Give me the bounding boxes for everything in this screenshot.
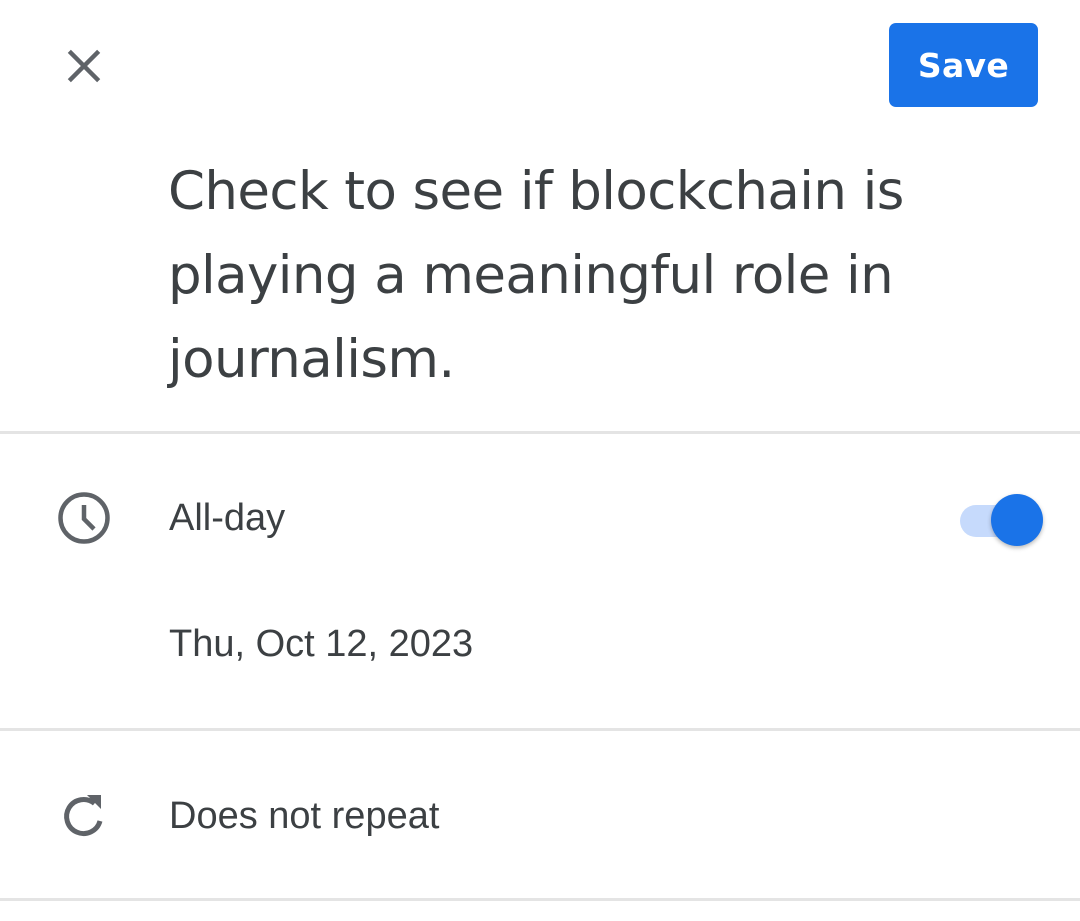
close-icon [67,49,101,83]
divider [0,431,1080,434]
close-button[interactable] [44,26,124,106]
clock-icon [56,490,112,546]
all-day-label: All-day [169,497,286,539]
repeat-icon [56,788,112,844]
toggle-thumb [991,494,1043,546]
save-button[interactable]: Save [889,23,1038,107]
divider [0,728,1080,731]
event-title[interactable]: Check to see if blockchain is playing a … [168,150,1048,402]
date-field[interactable]: Thu, Oct 12, 2023 [169,623,473,666]
all-day-toggle[interactable] [958,494,1044,546]
divider [0,898,1080,901]
repeat-option[interactable]: Does not repeat [169,795,439,838]
